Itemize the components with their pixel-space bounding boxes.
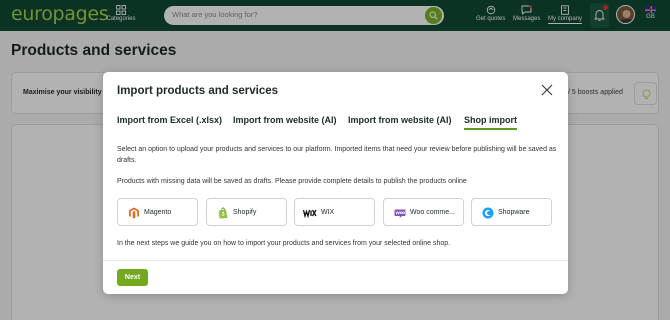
import-modal: Import products and services Import from… <box>103 72 568 294</box>
modal-title: Import products and services <box>117 85 279 97</box>
drafts-note: Products with missing data will be saved… <box>117 178 467 185</box>
close-icon <box>541 84 553 96</box>
tab-import-website-ai[interactable]: Import from website (AI) <box>233 115 337 128</box>
shop-label-magento: Magento <box>144 209 172 216</box>
shop-label-shopware: Shopware <box>498 209 530 216</box>
close-button[interactable] <box>541 83 553 96</box>
modal-divider <box>103 260 568 261</box>
tab-import-website-ai-2[interactable]: Import from website (AI) <box>348 115 452 128</box>
shop-option-shopify[interactable]: Shopify <box>206 198 287 226</box>
next-button[interactable]: Next <box>117 269 148 286</box>
wix-icon <box>303 209 317 219</box>
guide-text: In the next steps we guide you on how to… <box>117 240 451 247</box>
shop-label-shopify: Shopify <box>233 209 257 216</box>
magento-icon <box>129 207 139 219</box>
shopify-icon <box>219 207 228 219</box>
shop-option-magento[interactable]: Magento <box>117 198 198 226</box>
shop-option-wix[interactable]: WIX <box>294 198 375 226</box>
tab-import-excel[interactable]: Import from Excel (.xlsx) <box>117 115 222 128</box>
woocommerce-icon <box>394 209 406 218</box>
import-description: Select an option to upload your products… <box>117 146 557 164</box>
shop-option-shopware[interactable]: Shopware <box>471 198 552 226</box>
shop-label-wix: WIX <box>321 209 335 216</box>
tab-shop-import[interactable]: Shop import <box>464 115 517 130</box>
shop-option-woocommerce[interactable]: Woo comme... <box>383 198 464 226</box>
shop-label-woocommerce: Woo comme... <box>410 209 455 216</box>
shopware-icon <box>482 207 494 219</box>
